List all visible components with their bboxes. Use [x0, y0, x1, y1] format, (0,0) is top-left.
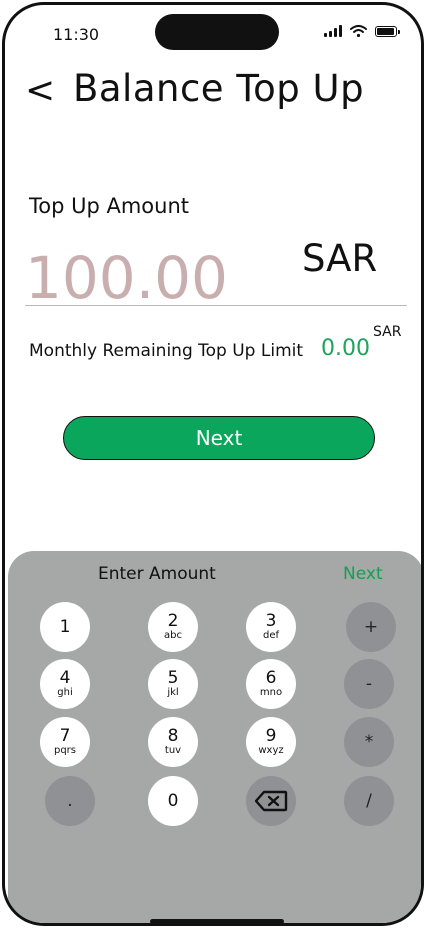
key-divide[interactable]: / — [344, 776, 394, 826]
backspace-icon — [254, 790, 288, 812]
next-button[interactable]: Next — [63, 416, 375, 460]
amount-input[interactable] — [25, 243, 285, 313]
limit-currency: SAR — [373, 324, 402, 340]
key-dot[interactable]: . — [45, 776, 95, 826]
key-2[interactable]: 2 abc — [148, 602, 198, 652]
key-minus[interactable]: - — [344, 659, 394, 709]
key-4[interactable]: 4 ghi — [40, 659, 90, 709]
key-divide-label: / — [366, 791, 372, 811]
wifi-icon — [350, 25, 367, 37]
key-3[interactable]: 3 def — [246, 602, 296, 652]
key-9-letters: wxyz — [258, 745, 284, 756]
amount-underline — [25, 305, 407, 306]
key-8[interactable]: 8 tuv — [148, 717, 198, 767]
keypad-title: Enter Amount — [98, 564, 216, 584]
key-7-letters: pqrs — [53, 745, 77, 756]
key-6-label: 6 — [265, 668, 277, 688]
key-multiply[interactable]: * — [344, 717, 394, 767]
key-1[interactable]: 1 — [40, 602, 90, 652]
key-plus[interactable]: + — [346, 602, 396, 652]
key-0-label: 0 — [167, 791, 179, 811]
key-5-letters: jkl — [167, 687, 179, 698]
limit-value: 0.00 — [321, 336, 370, 361]
key-minus-label: - — [365, 674, 373, 694]
key-3-letters: def — [262, 630, 280, 641]
key-4-letters: ghi — [57, 687, 73, 698]
numeric-keypad: Enter Amount Next 1 2 abc 3 def + 4 ghi … — [8, 551, 421, 923]
amount-currency: SAR — [302, 237, 378, 280]
key-multiply-label: * — [364, 732, 374, 752]
battery-icon — [375, 25, 400, 37]
status-time: 11:30 — [53, 25, 100, 44]
key-5[interactable]: 5 jkl — [148, 659, 198, 709]
key-6-letters: mno — [259, 687, 283, 698]
key-7[interactable]: 7 pqrs — [40, 717, 90, 767]
key-backspace[interactable] — [246, 776, 296, 826]
key-dot-label: . — [67, 791, 73, 811]
dynamic-island — [155, 14, 279, 50]
key-plus-label: + — [363, 617, 379, 637]
limit-label: Monthly Remaining Top Up Limit — [29, 341, 304, 361]
back-icon[interactable]: < — [25, 71, 55, 111]
key-0[interactable]: 0 — [148, 776, 198, 826]
key-8-letters: tuv — [164, 745, 182, 756]
status-icons — [324, 25, 400, 37]
home-indicator — [150, 919, 284, 923]
key-1-label: 1 — [59, 617, 71, 637]
key-2-label: 2 — [167, 611, 179, 631]
key-3-label: 3 — [265, 611, 277, 631]
key-8-label: 8 — [167, 726, 179, 746]
amount-label: Top Up Amount — [29, 194, 190, 218]
key-2-letters: abc — [164, 630, 182, 641]
keypad-next-button[interactable]: Next — [343, 564, 383, 584]
key-7-label: 7 — [59, 726, 71, 746]
key-9-label: 9 — [265, 726, 277, 746]
cellular-signal-icon — [324, 25, 342, 37]
key-4-label: 4 — [59, 668, 71, 688]
key-6[interactable]: 6 mno — [246, 659, 296, 709]
key-5-label: 5 — [167, 668, 179, 688]
key-9[interactable]: 9 wxyz — [246, 717, 296, 767]
phone-frame: 11:30 < Balance Top Up Top Up Amount SAR… — [2, 2, 424, 926]
page-title: Balance Top Up — [73, 67, 365, 110]
